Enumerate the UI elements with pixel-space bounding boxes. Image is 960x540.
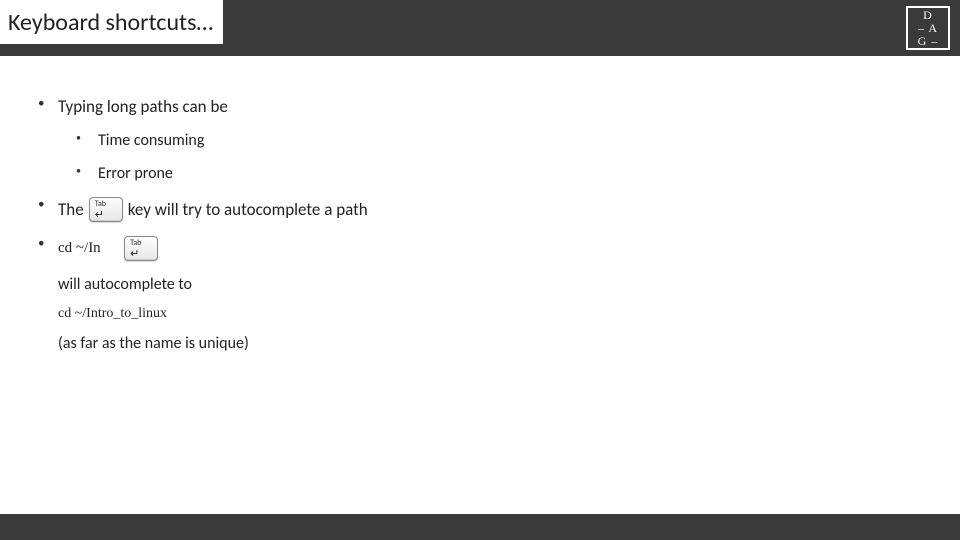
title-box: Keyboard shortcuts…: [0, 0, 223, 44]
code-cd-in: cd ~/In: [58, 240, 101, 257]
unique-note: (as far as the name is unique): [58, 334, 940, 353]
bullet-item-2: The Tab ↵ key will try to autocomplete a…: [30, 197, 940, 222]
code-cd-intro: cd ~/Intro_to_linux: [58, 306, 940, 322]
sub-list-1: Time consuming Error prone: [58, 131, 940, 183]
bullet2-post: key will try to autocomplete a path: [128, 199, 368, 220]
tab-key-icon: Tab ↵: [89, 197, 123, 222]
footer-bar: [0, 514, 960, 540]
sub-bullet-1: Time consuming: [58, 131, 940, 150]
autocomplete-line: will autocomplete to: [58, 275, 940, 294]
bullet-item-1: Typing long paths can be Time consuming …: [30, 96, 940, 183]
content-area: Typing long paths can be Time consuming …: [0, 56, 960, 353]
logo-line2: – A: [918, 22, 938, 35]
tab-key-icon-2: Tab ↵: [124, 236, 158, 261]
continuation-block: will autocomplete to cd ~/Intro_to_linux…: [30, 275, 940, 353]
bullet2-pre: The: [58, 199, 84, 220]
sub-bullet-2: Error prone: [58, 164, 940, 183]
bullet-text-1: Typing long paths can be: [58, 96, 228, 117]
header-bar: Keyboard shortcuts… D – A G –: [0, 0, 960, 56]
bullet-item-3: cd ~/In Tab ↵: [30, 236, 940, 261]
key-arrow-icon-2: ↵: [130, 248, 152, 259]
key-arrow-icon: ↵: [95, 209, 117, 220]
bullet-list: Typing long paths can be Time consuming …: [30, 96, 940, 261]
logo-line3: G –: [918, 35, 939, 48]
logo: D – A G –: [906, 6, 950, 50]
slide-title: Keyboard shortcuts…: [8, 8, 213, 37]
logo-line1: D: [923, 9, 933, 22]
